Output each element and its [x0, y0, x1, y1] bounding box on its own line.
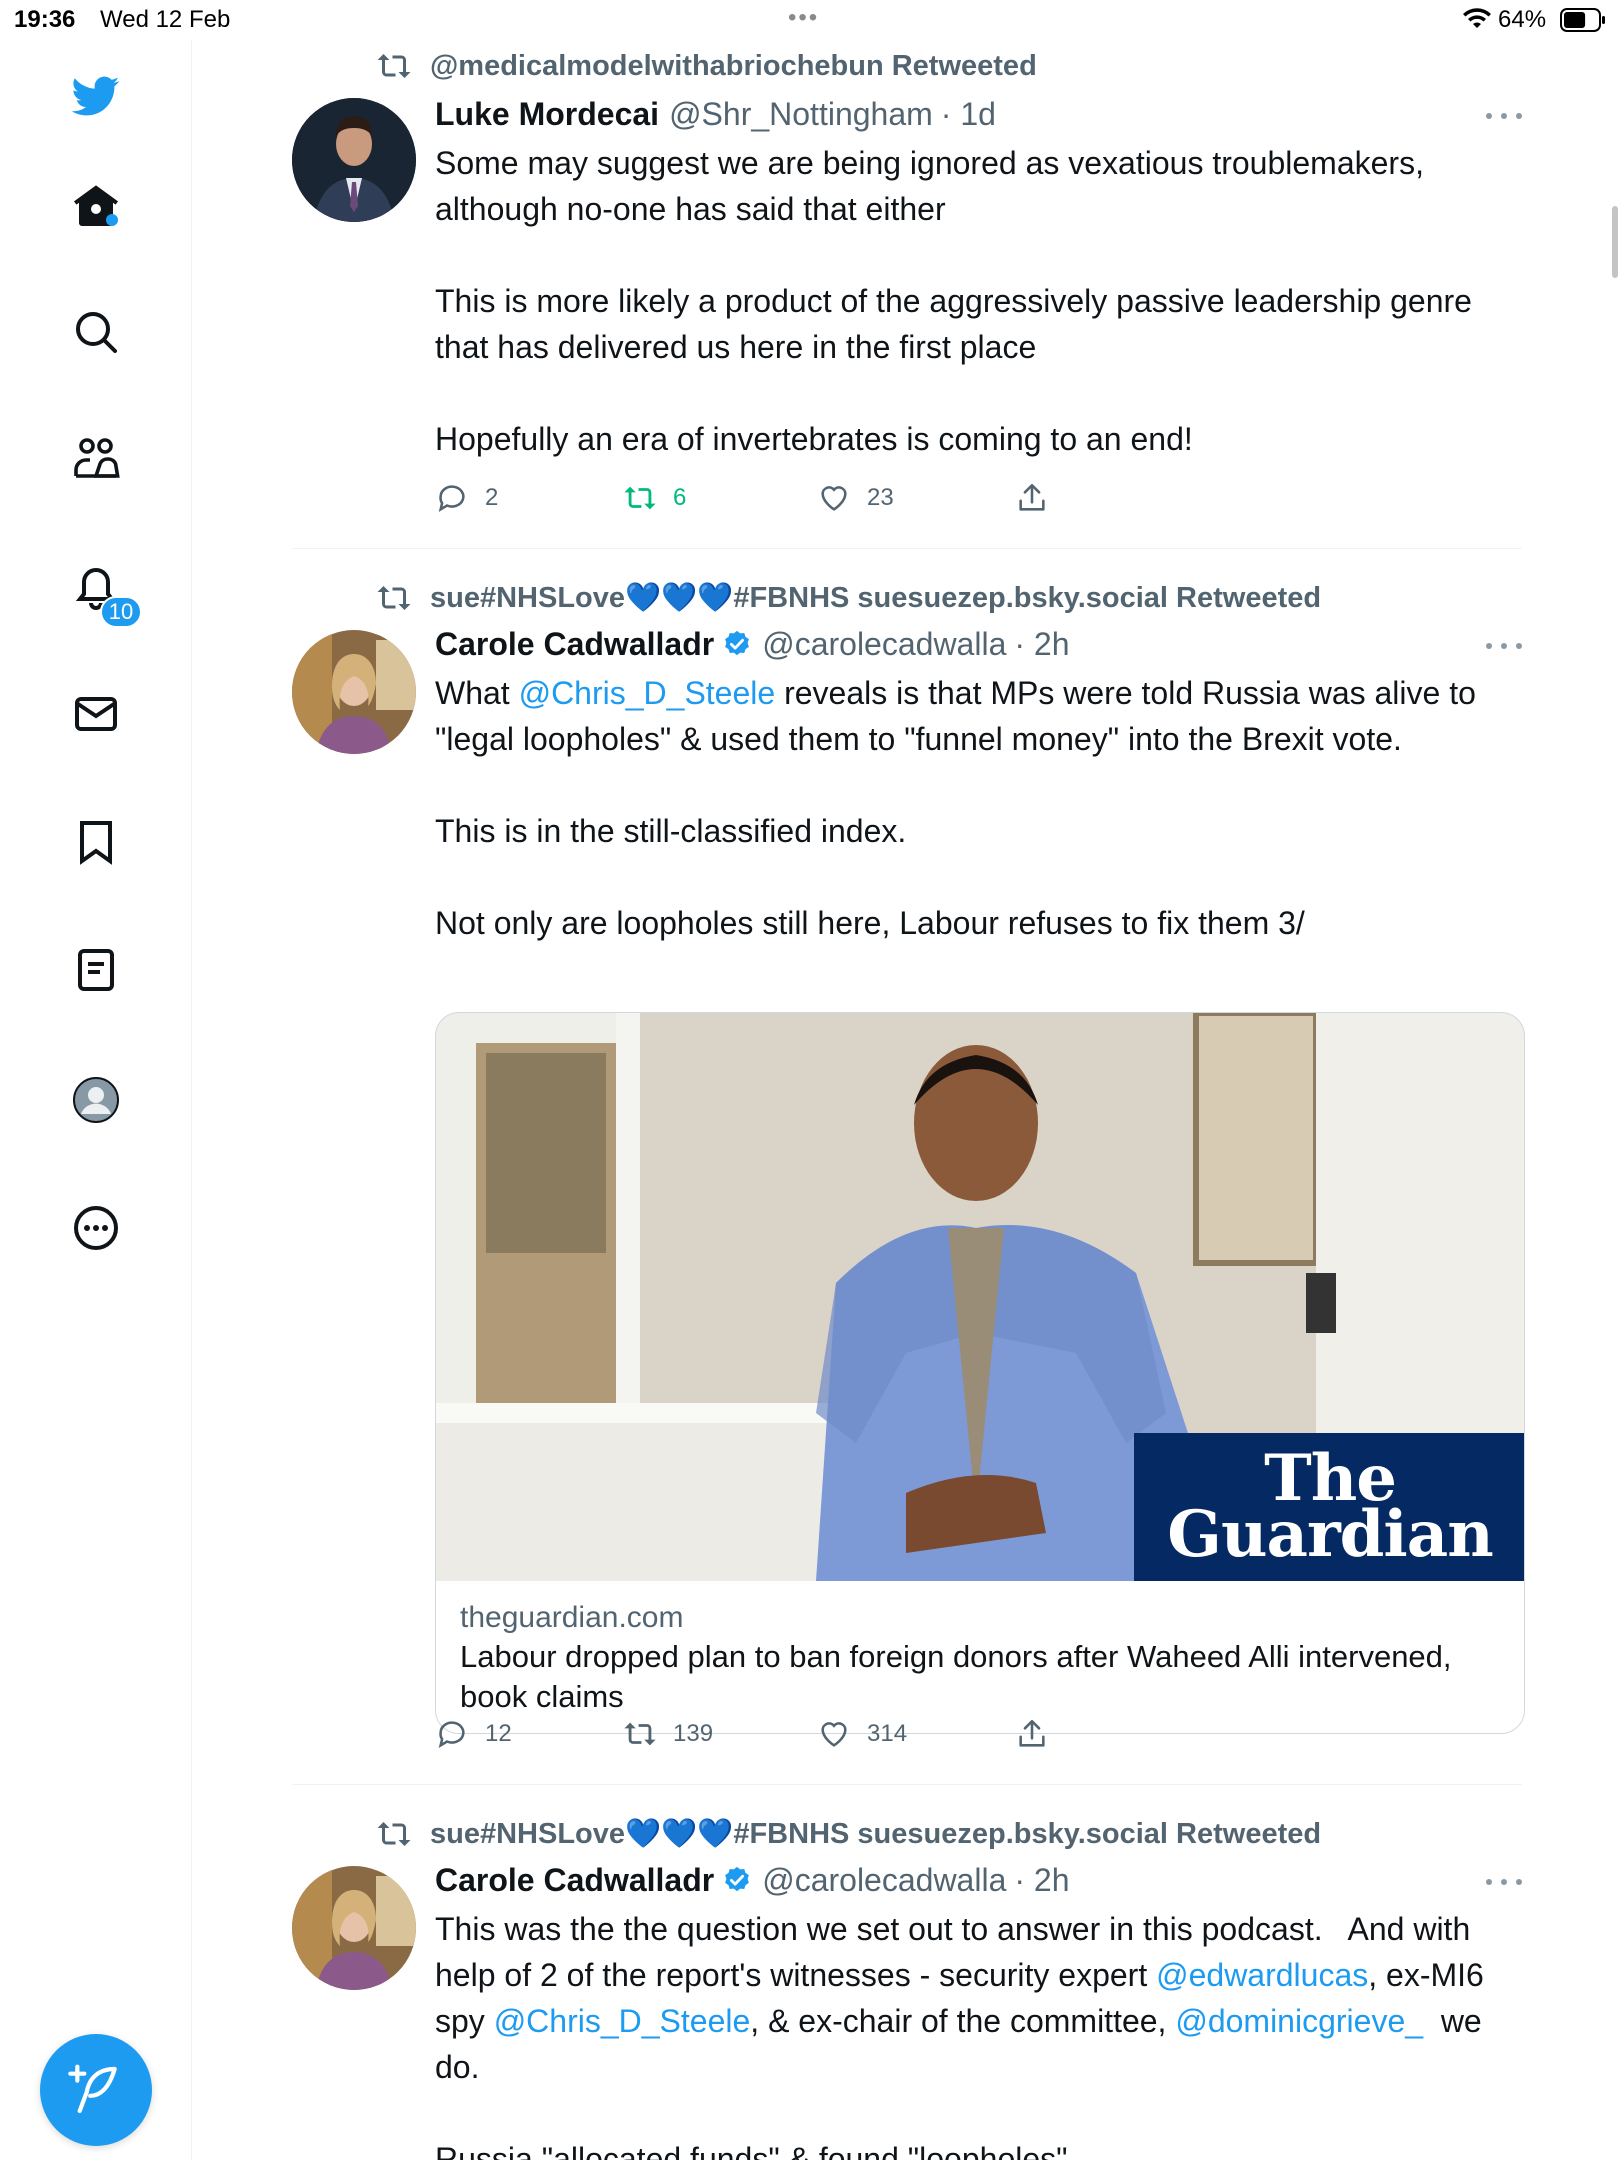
status-time: 19:36	[14, 6, 76, 33]
messages-envelope-icon[interactable]	[66, 684, 126, 744]
like-button[interactable]: 314	[817, 1714, 907, 1754]
mention-link[interactable]: @dominicgrieve_	[1175, 2003, 1423, 2039]
guardian-logo-line2: Guardian	[1167, 1497, 1493, 1572]
home-unread-dot	[106, 214, 118, 226]
notifications-badge: 10	[100, 596, 142, 628]
share-icon	[1019, 1719, 1045, 1747]
reply-button[interactable]: 12	[435, 1714, 512, 1754]
verified-badge-icon	[725, 1866, 750, 1892]
tweet-more-icon[interactable]	[1486, 640, 1522, 652]
retweet-button[interactable]: 139	[623, 1714, 713, 1754]
tweet-time[interactable]: · 2h	[1014, 1862, 1069, 1899]
author-name[interactable]: Carole Cadwalladr	[435, 1862, 714, 1899]
guardian-logo: The Guardian	[1134, 1433, 1524, 1581]
card-title: Labour dropped plan to ban foreign donor…	[460, 1639, 1452, 1714]
bookmark-icon[interactable]	[66, 812, 126, 872]
lists-icon[interactable]	[66, 940, 126, 1000]
tweet-text: This was the the question we set out to …	[435, 1906, 1522, 2160]
mention-link[interactable]: @Chris_D_Steele	[519, 675, 776, 711]
timeline: @medicalmodelwithabriochebun Retweeted L…	[192, 40, 1620, 2160]
more-options-icon[interactable]	[66, 1198, 126, 1258]
retweet-context: sue#NHSLove💙💙💙#FBNHS suesuezep.bsky.soci…	[376, 1814, 1321, 1854]
author-handle[interactable]: @carolecadwalla	[762, 1862, 1006, 1899]
search-icon[interactable]	[66, 302, 126, 362]
multitasking-dots-icon[interactable]: •••	[788, 4, 819, 32]
tweet-text-cutoff: Russia "allocated funds" & found "loopho…	[435, 2141, 1068, 2160]
reply-button[interactable]: 2	[435, 478, 498, 518]
tweet-actions: 2 6 23	[435, 478, 1075, 518]
compose-tweet-button[interactable]	[40, 2034, 152, 2146]
card-meta: theguardian.com Labour dropped plan to b…	[436, 1581, 1524, 1733]
home-icon[interactable]	[66, 176, 126, 236]
share-icon	[1019, 483, 1045, 511]
retweet-button[interactable]: 6	[623, 478, 686, 518]
like-count: 23	[867, 484, 894, 511]
retweet-context: sue#NHSLove💙💙💙#FBNHS suesuezep.bsky.soci…	[376, 578, 1321, 618]
card-domain: theguardian.com	[460, 1601, 684, 1634]
retweet-icon	[377, 586, 411, 610]
tweet-time[interactable]: · 2h	[1014, 626, 1069, 663]
retweet-count: 6	[673, 484, 687, 511]
compose-tweet-icon	[68, 2064, 117, 2114]
tweet-text: Some may suggest we are being ignored as…	[435, 145, 1472, 457]
communities-icon[interactable]	[66, 428, 126, 488]
author-name[interactable]: Luke Mordecai	[435, 96, 659, 133]
share-button[interactable]	[1015, 478, 1065, 518]
wifi-icon	[1463, 8, 1491, 28]
tweet-header: Carole Cadwalladr @carolecadwalla · 2h	[435, 1858, 1070, 1902]
tweet-text-part: reveals is that MPs were told Russia was…	[435, 675, 1476, 941]
like-button[interactable]: 23	[817, 478, 894, 518]
retweeted-by-text: sue#NHSLove💙💙💙#FBNHS suesuezep.bsky.soci…	[430, 1818, 1322, 1850]
tweet[interactable]: sue#NHSLove💙💙💙#FBNHS suesuezep.bsky.soci…	[292, 1808, 1522, 2160]
tweet-more-icon[interactable]	[1486, 110, 1522, 122]
tweet-header: Luke Mordecai @Shr_Nottingham · 1d	[435, 92, 996, 136]
retweet-icon	[624, 486, 656, 510]
mention-link[interactable]: @edwardlucas	[1156, 1957, 1368, 1993]
tweet-more-icon[interactable]	[1486, 1876, 1522, 1888]
battery-icon	[1560, 8, 1605, 32]
avatar[interactable]	[292, 630, 416, 754]
retweeted-by-text: @medicalmodelwithabriochebun Retweeted	[430, 49, 1037, 82]
mention-link[interactable]: @Chris_D_Steele	[494, 2003, 751, 2039]
tweet-header: Carole Cadwalladr @carolecadwalla · 2h	[435, 622, 1070, 666]
share-button[interactable]	[1015, 1714, 1065, 1754]
tweet-divider	[292, 548, 1522, 549]
tweet-divider	[292, 1784, 1522, 1785]
reply-icon	[438, 485, 465, 512]
avatar[interactable]	[292, 98, 416, 222]
tweet-time[interactable]: · 1d	[941, 96, 996, 133]
sidebar-nav: 10	[0, 40, 192, 2160]
retweet-context: @medicalmodelwithabriochebun Retweeted	[376, 46, 1037, 86]
status-bar: 19:36 Wed 12 Feb ••• 64%	[0, 0, 1620, 40]
retweet-count: 139	[673, 1720, 714, 1747]
tweet-actions: 12 139 314	[435, 1714, 1075, 1754]
retweet-icon	[624, 1722, 656, 1746]
tweet-text-part: What	[435, 675, 519, 711]
profile-avatar-icon[interactable]	[66, 1070, 126, 1130]
retweeted-by-text: sue#NHSLove💙💙💙#FBNHS suesuezep.bsky.soci…	[430, 582, 1322, 614]
reply-icon	[438, 1721, 465, 1748]
tweet-text: What @Chris_D_Steele reveals is that MPs…	[435, 670, 1525, 946]
author-handle[interactable]: @Shr_Nottingham	[669, 96, 933, 133]
verified-badge-icon	[725, 630, 750, 656]
author-name[interactable]: Carole Cadwalladr	[435, 626, 714, 663]
author-handle[interactable]: @carolecadwalla	[762, 626, 1006, 663]
avatar[interactable]	[292, 1866, 416, 1990]
like-count: 314	[867, 1720, 908, 1747]
twitter-logo-icon[interactable]	[66, 66, 126, 126]
link-preview-card[interactable]: The Guardian theguardian.com Labour drop…	[435, 1012, 1525, 1734]
battery-percent: 64%	[1498, 6, 1547, 33]
retweet-icon	[377, 54, 411, 78]
status-date: Wed 12 Feb	[100, 6, 231, 33]
heart-icon	[821, 486, 847, 511]
reply-count: 2	[485, 484, 499, 511]
tweet-text-part: , & ex-chair of the committee,	[750, 2003, 1176, 2039]
heart-icon	[821, 1722, 847, 1747]
retweet-icon	[377, 1822, 411, 1846]
card-image: The Guardian	[436, 1013, 1524, 1581]
reply-count: 12	[485, 1720, 512, 1747]
